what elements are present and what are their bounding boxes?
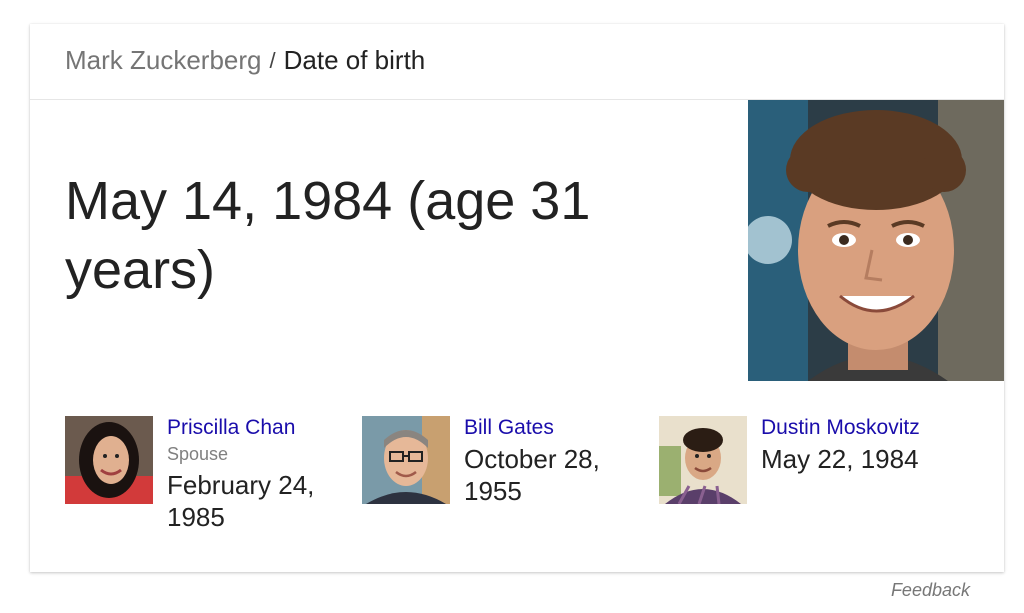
related-person-date: February 24, 1985 (167, 470, 315, 532)
related-person-card[interactable]: Dustin Moskovitz May 22, 1984 (659, 416, 949, 536)
portrait-image (748, 100, 1004, 381)
breadcrumb-attribute: Date of birth (283, 45, 426, 75)
related-person-name-link[interactable]: Priscilla Chan (167, 416, 357, 439)
answer-text: May 14, 1984 (age 31 years) (65, 171, 591, 300)
feedback-link[interactable]: Feedback (891, 580, 970, 601)
breadcrumb-entity-link[interactable]: Mark Zuckerberg (65, 45, 262, 75)
person-thumbnail[interactable] (65, 416, 153, 504)
person-thumbnail[interactable] (362, 416, 450, 504)
main-person-photo[interactable] (748, 100, 1004, 381)
bill-gates-photo (362, 416, 450, 504)
related-person-date: October 28, 1955 (464, 444, 600, 506)
dustin-moskovitz-photo (659, 416, 747, 504)
knowledge-panel-card: Mark Zuckerberg / Date of birth May 14, 19… (30, 24, 1004, 572)
related-person-card[interactable]: Bill Gates October 28, 1955 (362, 416, 652, 536)
related-person-name-link[interactable]: Bill Gates (464, 416, 654, 439)
related-person-role: Spouse (167, 444, 229, 464)
related-person-card[interactable]: Priscilla Chan Spouse February 24, 1985 (65, 416, 355, 536)
related-person-name-link[interactable]: Dustin Moskovitz (761, 416, 951, 439)
breadcrumb-separator: / (269, 48, 276, 73)
breadcrumb: Mark Zuckerberg / Date of birth (65, 44, 425, 78)
related-person-date: May 22, 1984 (761, 444, 919, 474)
person-thumbnail[interactable] (659, 416, 747, 504)
priscilla-chan-photo (65, 416, 153, 504)
